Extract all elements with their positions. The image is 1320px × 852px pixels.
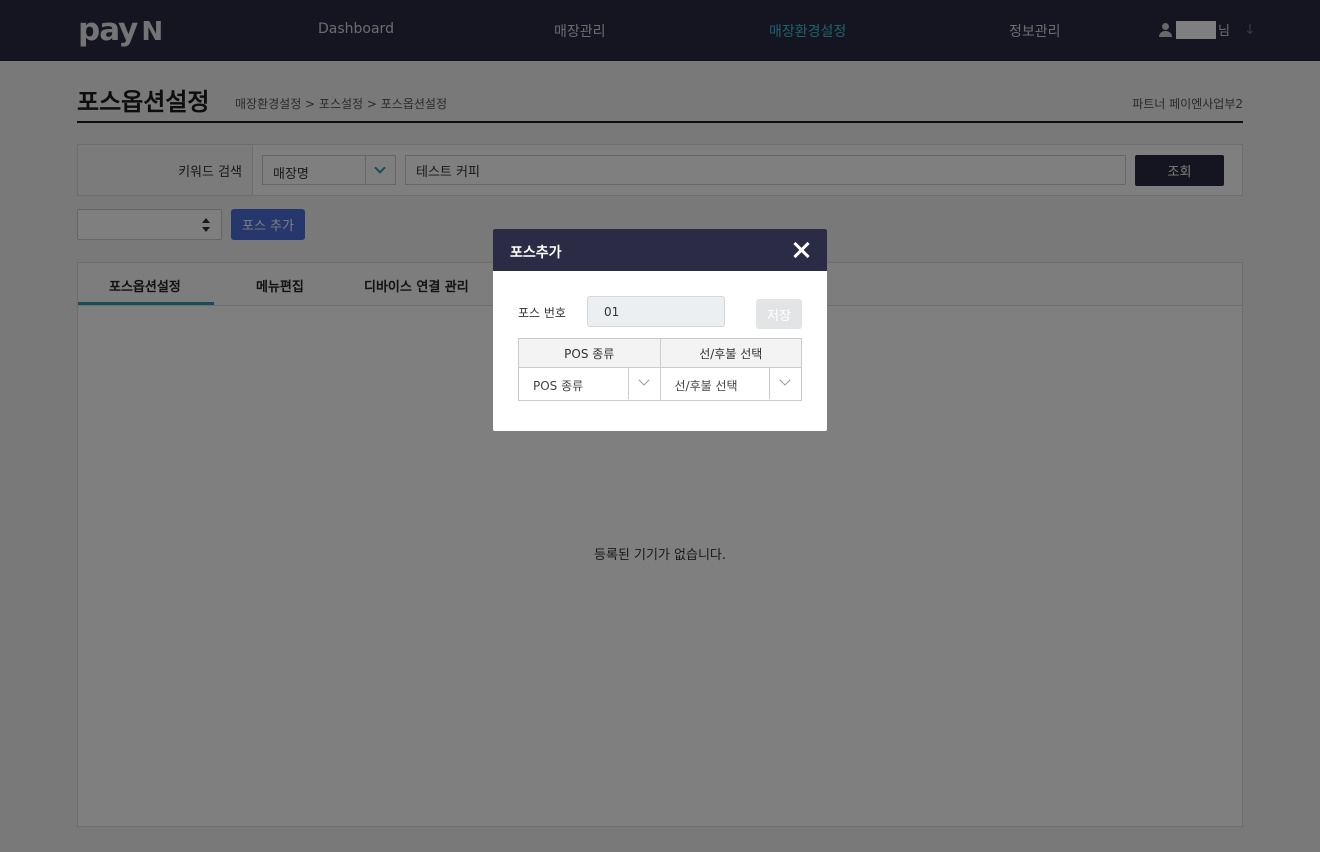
payment-type-select[interactable]: 선/후불 선택	[661, 368, 801, 400]
payment-type-dropdown-toggle[interactable]	[769, 368, 801, 399]
payment-type-value: 선/후불 선택	[674, 379, 738, 393]
pos-number-field[interactable]	[587, 296, 725, 327]
pos-option-table: POS 종류 선/후불 선택 POS 종류 선/후불 선택	[518, 338, 803, 401]
close-icon[interactable]	[791, 240, 811, 260]
chevron-down-icon	[779, 374, 791, 386]
pos-type-select[interactable]: POS 종류	[519, 368, 660, 400]
pos-type-cell: POS 종류	[518, 367, 661, 401]
payment-type-cell: 선/후불 선택	[659, 367, 803, 401]
pos-number-label: 포스 번호	[518, 306, 566, 320]
header-pos-type: POS 종류	[518, 338, 661, 368]
modal-title: 포스추가	[510, 245, 562, 261]
header-payment-type: 선/후불 선택	[659, 338, 803, 368]
modal-header: 포스추가	[493, 229, 827, 271]
add-pos-modal: 포스추가 포스 번호 저장 POS 종류 선/후불 선택 POS 종류 선/후불…	[493, 229, 827, 431]
save-button[interactable]: 저장	[756, 299, 802, 329]
chevron-down-icon	[637, 374, 650, 386]
pos-type-dropdown-toggle[interactable]	[627, 368, 660, 399]
pos-type-value: POS 종류	[533, 379, 584, 393]
